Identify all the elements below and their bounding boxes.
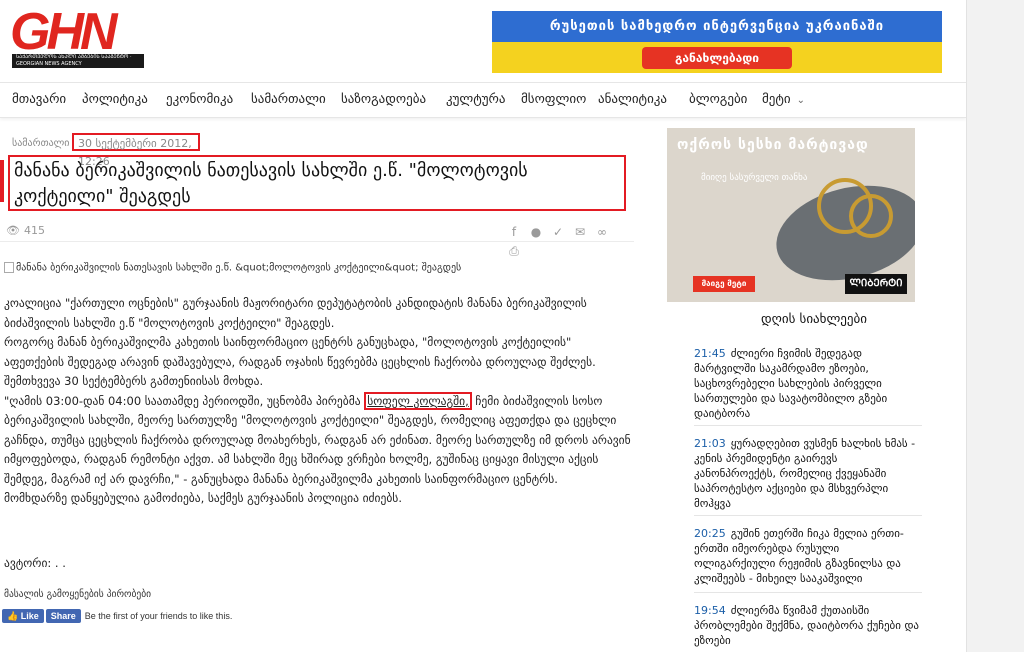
mail-icon[interactable]: ✉ [571, 225, 589, 239]
news-time: 21:45 [694, 347, 726, 360]
banner-title: რუსეთის სამხედრო ინტერვენცია უკრაინაში [549, 19, 885, 34]
fb-like-label: Like [20, 610, 39, 621]
news-time: 19:54 [694, 604, 726, 617]
nav-item-blogs[interactable]: ბლოგები [689, 92, 747, 107]
fb-social-text: Be the first of your friends to like thi… [84, 610, 233, 621]
news-text: ყურადღებით ვუსმენ ხალხის ხმას - კენის პრ… [694, 437, 916, 510]
nav-item-home[interactable]: მთავარი [12, 92, 66, 107]
view-count-value: 415 [23, 224, 45, 237]
image-alt-text: მანანა ბერიკაშვილის ნათესავის სახლში ე.წ… [16, 262, 462, 274]
nav-item-world[interactable]: მსოფლიო [521, 92, 586, 107]
village-link[interactable]: სოფელ კოლაგში, [364, 391, 472, 410]
nav-more-label: მეტი [762, 92, 791, 107]
title-accent-bar [0, 160, 4, 202]
ad-button[interactable]: მაიგე მეტი [693, 276, 755, 292]
divider [0, 241, 634, 242]
ad-subtext: მიიღე სასურველი თანხა [701, 173, 808, 183]
chevron-down-icon: ⌄ [796, 95, 806, 106]
news-time: 20:25 [694, 527, 726, 540]
article-paragraph: როგორც მანან ბერიკაშვილმა კახეთის საინფო… [4, 335, 596, 388]
author-line: ავტორი: . . [4, 556, 66, 570]
news-item[interactable]: 21:03 ყურადღებით ვუსმენ ხალხის ხმას - კენ… [694, 436, 922, 511]
category-label[interactable]: სამართალი [12, 138, 69, 149]
ghn-logo[interactable]: GHN ᲡᲐᲥᲐᲠᲗᲕᲔᲚᲝᲡ ᲐᲮᲐᲚᲘ ᲐᲛᲑᲔᲑᲘᲡ ᲡᲐᲐᲒᲔᲜᲢᲝ ·… [10, 3, 152, 72]
nav-item-politics[interactable]: პოლიტიკა [82, 92, 148, 107]
view-count: 👁 415 [6, 224, 45, 237]
banner-button[interactable]: განახლებადი [642, 47, 792, 69]
article-body: კოალიცია "ქართული ოცნების" გურჯაანის მაჟ… [4, 294, 634, 509]
ad-brand-logo: ᲚᲘᲑᲔᲠᲢᲘ [845, 274, 907, 294]
nav-item-law[interactable]: სამართალი [251, 92, 326, 107]
top-banner[interactable]: რუსეთის სამხედრო ინტერვენცია უკრაინაში გ… [492, 11, 942, 73]
news-divider [694, 425, 922, 426]
page-background [966, 0, 1024, 652]
usage-terms-link[interactable]: მასალის გამოყენების პირობები [4, 589, 151, 600]
eye-icon: 👁 [6, 224, 20, 237]
main-nav: მთავარი პოლიტიკა ეკონომიკა სამართალი საზ… [0, 82, 966, 118]
facebook-widget: 👍 Like Share Be the first of your friends … [2, 605, 233, 623]
article-lead: კოალიცია "ქართული ოცნების" გურჯაანის მაჟ… [4, 296, 587, 330]
nav-item-society[interactable]: საზოგადოება [341, 92, 426, 107]
messenger-icon[interactable]: ● [527, 225, 545, 239]
logo-text: GHN [10, 3, 118, 61]
nav-item-analytics[interactable]: ანალიტიკა [598, 92, 667, 107]
paragraph-text: "ღამის 03:00-დან 04:00 საათამდე პერიოდში… [4, 393, 365, 408]
news-divider [694, 592, 922, 593]
share-bar: f ● ✓ ✉ ∞ ⎙ [505, 221, 635, 258]
article-image: მანანა ბერიკაშვილის ნათესავის სახლში ე.წ… [4, 262, 461, 274]
link-icon[interactable]: ∞ [593, 225, 611, 239]
ad-headline: ოქროს სესხი მარტივად [677, 137, 869, 153]
article-title: მანანა ბერიკაშვილის ნათესავის სახლში ე.წ… [8, 155, 626, 211]
facebook-icon[interactable]: f [505, 225, 523, 239]
broken-image-icon [4, 262, 14, 273]
news-heading: დღის სიახლეები [761, 312, 867, 327]
news-item[interactable]: 21:45 ძლიერი ჩვიმის შედეგად მარტვილში საკ… [694, 346, 922, 421]
fb-like-button[interactable]: 👍 Like [2, 608, 44, 623]
news-time: 21:03 [694, 437, 726, 450]
ad-ring-image [849, 194, 893, 238]
print-icon[interactable]: ⎙ [505, 244, 523, 259]
fb-share-button[interactable]: Share [45, 608, 81, 623]
news-divider [694, 515, 922, 516]
article-paragraph: "ღამის 03:00-დან 04:00 საათამდე პერიოდში… [4, 391, 634, 490]
twitter-icon[interactable]: ✓ [549, 225, 567, 239]
nav-item-culture[interactable]: კულტურა [446, 92, 506, 107]
news-text: ძლიერმა წვიმამ ქუთაისში პრობლემები შექმნ… [694, 604, 920, 647]
article-paragraph: მომხდარზე დანყებულია გამოძიება, საქმეს გ… [4, 491, 402, 505]
sidebar-ad[interactable]: ოქროს სესხი მარტივად მიიღე სასურველი თან… [667, 128, 915, 302]
news-item[interactable]: 19:54 ძლიერმა წვიმამ ქუთაისში პრობლემები … [694, 603, 922, 648]
logo-tagline: ᲡᲐᲥᲐᲠᲗᲕᲔᲚᲝᲡ ᲐᲮᲐᲚᲘ ᲐᲛᲑᲔᲑᲘᲡ ᲡᲐᲐᲒᲔᲜᲢᲝ · GEO… [12, 54, 144, 68]
news-item[interactable]: 20:25 გუშინ ეთერში ჩიკა მელია ერთი-ერთში … [694, 526, 922, 586]
nav-item-economy[interactable]: ეკონომიკა [166, 92, 233, 107]
article-date: 30 სექტემბერი 2012, 12:26 [72, 133, 200, 168]
page: GHN ᲡᲐᲥᲐᲠᲗᲕᲔᲚᲝᲡ ᲐᲮᲐᲚᲘ ᲐᲛᲑᲔᲑᲘᲡ ᲡᲐᲐᲒᲔᲜᲢᲝ ·… [0, 0, 966, 652]
nav-item-more[interactable]: მეტი ⌄ [762, 92, 805, 107]
